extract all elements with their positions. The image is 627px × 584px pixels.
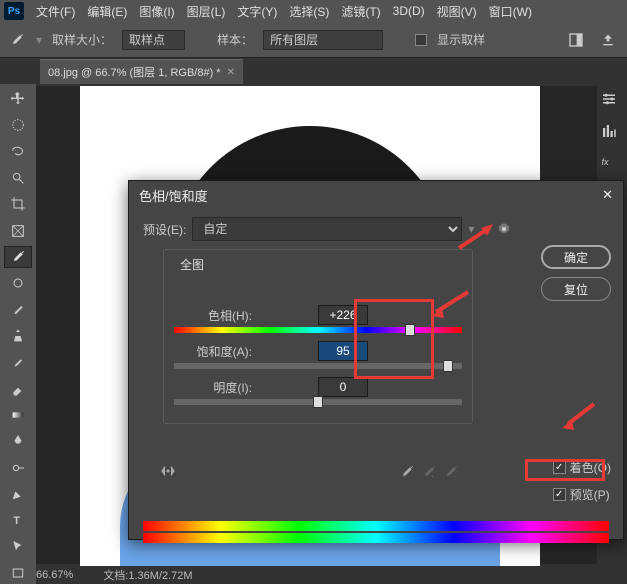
share-icon[interactable] <box>597 29 619 51</box>
panel-icon[interactable] <box>565 29 587 51</box>
path-select-tool[interactable] <box>4 535 32 557</box>
saturation-slider[interactable] <box>174 363 462 371</box>
svg-text:T: T <box>13 515 20 527</box>
scrub-icon[interactable] <box>159 462 177 483</box>
tools-panel: T <box>0 84 36 584</box>
svg-text:fx: fx <box>602 157 610 167</box>
menu-layer[interactable]: 图层(L) <box>187 3 226 20</box>
hue-input[interactable] <box>318 305 368 325</box>
ps-logo: Ps <box>4 2 24 20</box>
show-sample-ring-checkbox[interactable] <box>415 34 427 46</box>
hue-slider[interactable] <box>174 327 462 335</box>
menu-window[interactable]: 窗口(W) <box>489 3 532 20</box>
preview-checkbox[interactable]: ✓ <box>553 488 566 501</box>
eyedropper-tool-icon[interactable] <box>8 31 26 49</box>
reset-button[interactable]: 复位 <box>541 277 611 301</box>
quick-select-tool[interactable] <box>4 167 32 189</box>
hue-saturation-dialog: 色相/饱和度 ✕ 预设(E): 自定 ▾ 全图 色相(H): <box>128 180 624 540</box>
menu-file[interactable]: 文件(F) <box>36 3 75 20</box>
zoom-level[interactable]: 66.67% <box>36 569 73 581</box>
svg-text:+: + <box>430 474 434 480</box>
colorize-checkbox[interactable]: ✓ <box>553 461 566 474</box>
menu-edit[interactable]: 编辑(E) <box>87 3 127 20</box>
eyedropper-sub-icon[interactable]: − <box>443 464 459 483</box>
menu-filter[interactable]: 滤镜(T) <box>341 3 380 20</box>
marquee-tool[interactable] <box>4 114 32 136</box>
frame-tool[interactable] <box>4 220 32 242</box>
document-tab-title: 08.jpg @ 66.7% (图层 1, RGB/8#) * <box>48 64 221 80</box>
close-icon[interactable]: ✕ <box>227 67 235 78</box>
ok-button[interactable]: 确定 <box>541 245 611 269</box>
lightness-slider[interactable] <box>174 399 462 407</box>
hue-strip-bottom <box>143 533 609 543</box>
preset-label: 预设(E): <box>143 221 186 238</box>
gear-icon[interactable] <box>496 221 512 237</box>
eyedropper-add-icon[interactable]: + <box>421 464 437 483</box>
menu-view[interactable]: 视图(V) <box>437 3 477 20</box>
sample-size-label: 取样大小： <box>52 31 112 48</box>
histogram-icon[interactable] <box>600 122 624 142</box>
lightness-input[interactable] <box>318 377 368 397</box>
crop-tool[interactable] <box>4 193 32 215</box>
hue-strip-top <box>143 521 609 531</box>
preview-label: 预览(P) <box>570 486 610 503</box>
menu-type[interactable]: 文字(Y) <box>237 3 277 20</box>
pen-tool[interactable] <box>4 483 32 505</box>
dialog-close-icon[interactable]: ✕ <box>602 187 613 203</box>
show-sample-ring-label: 显示取样 <box>437 31 485 48</box>
lasso-tool[interactable] <box>4 141 32 163</box>
eyedropper-tool[interactable] <box>4 246 32 268</box>
menu-image[interactable]: 图像(I) <box>139 3 174 20</box>
hue-label: 色相(H): <box>174 307 252 324</box>
saturation-label: 饱和度(A): <box>174 343 252 360</box>
preset-select[interactable]: 自定 <box>192 217 462 241</box>
history-brush-tool[interactable] <box>4 351 32 373</box>
shape-tool[interactable] <box>4 562 32 584</box>
colorize-label: 着色(O) <box>570 459 611 476</box>
lightness-label: 明度(I): <box>174 379 252 396</box>
dialog-title: 色相/饱和度 <box>139 186 208 205</box>
dodge-tool[interactable] <box>4 457 32 479</box>
sample-select[interactable]: 所有图层 <box>263 30 383 50</box>
gradient-tool[interactable] <box>4 404 32 426</box>
eraser-tool[interactable] <box>4 378 32 400</box>
sliders-icon[interactable] <box>600 90 624 110</box>
svg-text:−: − <box>452 474 456 480</box>
channel-label[interactable]: 全图 <box>180 256 462 273</box>
blur-tool[interactable] <box>4 430 32 452</box>
saturation-input[interactable] <box>318 341 368 361</box>
brush-tool[interactable] <box>4 299 32 321</box>
clone-stamp-tool[interactable] <box>4 325 32 347</box>
eyedropper-main-icon[interactable] <box>399 464 415 483</box>
menu-select[interactable]: 选择(S) <box>289 3 329 20</box>
menu-3d[interactable]: 3D(D) <box>393 4 425 18</box>
sample-label: 样本： <box>217 31 253 48</box>
doc-info: 文档:1.36M/2.72M <box>103 567 192 583</box>
sample-size-select[interactable]: 取样点 <box>122 30 185 50</box>
fx-icon[interactable]: fx <box>600 154 624 174</box>
type-tool[interactable]: T <box>4 509 32 531</box>
document-tab[interactable]: 08.jpg @ 66.7% (图层 1, RGB/8#) * ✕ <box>40 59 243 84</box>
move-tool[interactable] <box>4 88 32 110</box>
heal-tool[interactable] <box>4 272 32 294</box>
